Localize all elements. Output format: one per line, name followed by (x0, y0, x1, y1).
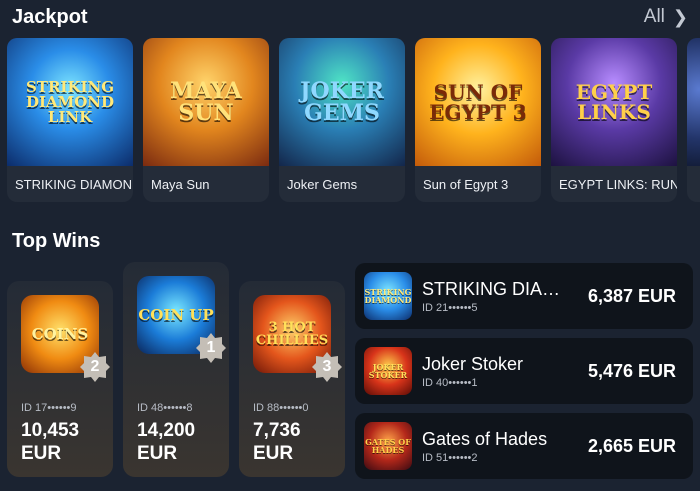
game-logo-text: SUN OF EGYPT 3 (429, 80, 527, 124)
game-logo-text: 3 HOT CHILLIES (255, 320, 329, 348)
win-list-item[interactable]: JOKER STOKER Joker Stoker ID 40••••••1 5… (355, 338, 693, 404)
player-id: ID 21••••••5 (422, 301, 478, 314)
win-amount-value: 7,736 (253, 420, 301, 441)
win-amount: 10,453 EUR (21, 419, 79, 465)
jackpot-all-link[interactable]: All ❯ (644, 6, 688, 28)
game-logo-text: EGYPT LINKS (575, 80, 653, 124)
game-card-egypt-links[interactable]: EGYPT LINKS EGYPT LINKS: RUNNING WINS (551, 38, 677, 202)
game-name: Joker Gems (287, 176, 358, 192)
player-id: ID 88••••••0 (253, 402, 309, 414)
game-logo-text: JOKER STOKER (368, 362, 408, 380)
game-thumbnail: EGYPT LINKS (551, 38, 677, 166)
game-card-sun-of-egypt-3[interactable]: SUN OF EGYPT 3 Sun of Egypt 3 (415, 38, 541, 202)
game-logo-text: STRIKING DIAMOND LINK (25, 77, 115, 126)
game-name: Sun of Egypt 3 (423, 176, 509, 192)
win-amount-currency: EUR (253, 443, 294, 464)
game-card-maya-sun[interactable]: MAYA SUN Maya Sun (143, 38, 269, 202)
game-thumbnail: MAYA SUN (143, 38, 269, 166)
top-wins-section-title: Top Wins (12, 230, 101, 252)
all-link-label: All (643, 6, 665, 27)
game-logo-text: JOKER GEMS (300, 78, 384, 126)
game-logo-text: COINS (31, 324, 89, 343)
win-amount: 14,200 EUR (137, 419, 195, 465)
chevron-right-icon: ❯ (672, 6, 688, 27)
win-info: STRIKING DIAMOND LINK ID 21••••••5 (422, 279, 574, 314)
game-name: Joker Stoker (422, 353, 524, 374)
game-name: EGYPT LINKS: RUNNING WINS (559, 176, 677, 192)
game-logo-text: STRIKING DIAMOND (364, 287, 412, 305)
win-amount-value: 14,200 (137, 420, 196, 441)
win-amount-currency: EUR (21, 443, 62, 464)
rank-number: 1 (206, 339, 216, 356)
game-name: STRIKING DIAMOND LINK (422, 278, 574, 299)
game-logo-text: GATES OF HADES (365, 437, 411, 455)
game-thumbnail: STRIKING DIAMOND (364, 272, 412, 320)
game-thumbnail: JOKER GEMS (279, 38, 405, 166)
player-id: ID 17••••••9 (21, 402, 77, 414)
jackpot-carousel[interactable]: STRIKING DIAMOND LINK STRIKING DIAMOND L… (7, 38, 700, 202)
rank-badge: 1 (195, 332, 227, 364)
game-name: Maya Sun (151, 176, 210, 192)
podium-card-rank-1[interactable]: COIN UP 1 ID 48••••••8 14,200 EUR (123, 262, 229, 477)
game-name: Gates of Hades (422, 428, 548, 449)
game-card-striking-diamond-link[interactable]: STRIKING DIAMOND LINK STRIKING DIAMOND L… (7, 38, 133, 202)
player-id: ID 48••••••8 (137, 402, 193, 414)
game-name: STRIKING DIAMOND LINK (15, 176, 133, 192)
game-card-partial[interactable] (687, 38, 700, 202)
rank-badge: 2 (79, 351, 111, 383)
game-thumbnail: JOKER STOKER (364, 347, 412, 395)
win-amount: 6,387 EUR (587, 285, 676, 306)
win-list-item[interactable]: GATES OF HADES Gates of Hades ID 51•••••… (355, 413, 693, 479)
game-card-joker-gems[interactable]: JOKER GEMS Joker Gems (279, 38, 405, 202)
game-thumbnail: STRIKING DIAMOND LINK (7, 38, 133, 166)
podium-card-rank-2[interactable]: COINS 2 ID 17••••••9 10,453 EUR (7, 281, 113, 477)
player-id: ID 51••••••2 (422, 451, 478, 464)
win-amount: 2,665 EUR (587, 435, 676, 456)
rank-number: 2 (90, 358, 100, 375)
win-amount-currency: EUR (137, 443, 178, 464)
win-list-item[interactable]: STRIKING DIAMOND STRIKING DIAMOND LINK I… (355, 263, 693, 329)
game-thumbnail (687, 38, 700, 166)
game-logo-text: COIN UP (138, 305, 214, 324)
win-info: Gates of Hades ID 51••••••2 (422, 429, 574, 464)
player-id: ID 40••••••1 (422, 376, 478, 389)
game-thumbnail: GATES OF HADES (364, 422, 412, 470)
win-info: Joker Stoker ID 40••••••1 (422, 354, 574, 389)
rank-number: 3 (322, 358, 332, 375)
game-logo-text: MAYA SUN (170, 78, 242, 126)
game-thumbnail: SUN OF EGYPT 3 (415, 38, 541, 166)
jackpot-section-title: Jackpot (12, 6, 88, 28)
win-amount: 5,476 EUR (587, 360, 676, 381)
win-amount: 7,736 EUR (253, 419, 301, 465)
podium-card-rank-3[interactable]: 3 HOT CHILLIES 3 ID 88••••••0 7,736 EUR (239, 281, 345, 477)
win-amount-value: 10,453 (21, 420, 80, 441)
rank-badge: 3 (311, 351, 343, 383)
